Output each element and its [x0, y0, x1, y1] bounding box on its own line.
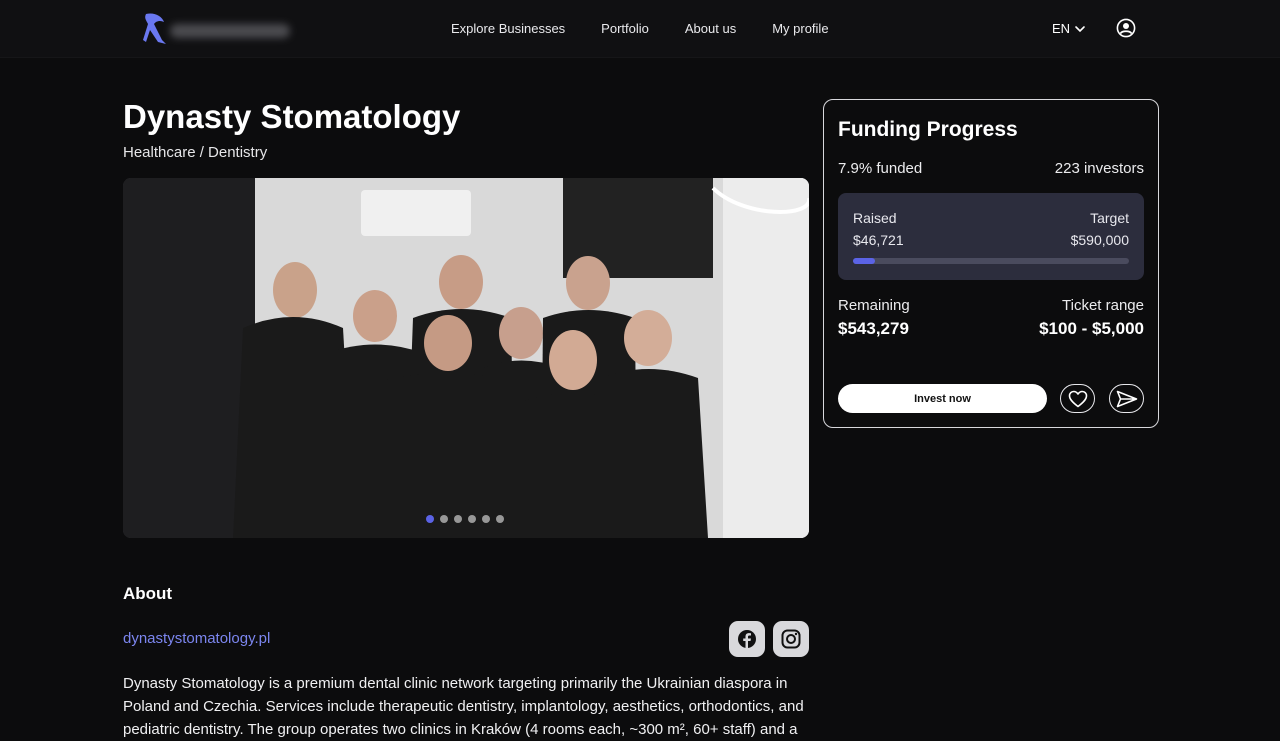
language-label: EN	[1052, 21, 1071, 36]
nav-portfolio[interactable]: Portfolio	[601, 20, 649, 37]
website-link[interactable]: dynastystomatology.pl	[123, 630, 270, 648]
facebook-button[interactable]	[729, 621, 765, 657]
gallery-dot[interactable]	[426, 515, 434, 523]
nav-about-us[interactable]: About us	[685, 20, 736, 37]
ticket-range-value: $100 - $5,000	[1039, 319, 1144, 338]
send-icon	[1116, 390, 1137, 407]
funded-percent: 7.9% funded	[838, 160, 923, 177]
share-button[interactable]	[1109, 384, 1144, 413]
raised-summary: Raised $46,721 Target $590,000	[838, 193, 1144, 280]
target-label: Target	[1090, 210, 1129, 226]
brand-logo[interactable]	[140, 10, 300, 48]
gallery-pagination	[426, 515, 504, 523]
business-title: Dynasty Stomatology	[123, 98, 461, 135]
raised-label: Raised	[853, 210, 897, 226]
ticket-range-label: Ticket range	[1062, 297, 1144, 314]
brand-name-blurred	[170, 24, 290, 38]
target-value: $590,000	[1070, 232, 1129, 248]
gallery-dot[interactable]	[482, 515, 490, 523]
gallery-dot[interactable]	[440, 515, 448, 523]
nav-explore-businesses[interactable]: Explore Businesses	[451, 20, 565, 37]
kangaroo-logo-icon	[143, 13, 166, 45]
remaining-value: $543,279	[838, 319, 909, 338]
user-circle-icon[interactable]	[1116, 18, 1136, 38]
team-photo	[123, 178, 809, 538]
favorite-button[interactable]	[1060, 384, 1095, 413]
instagram-button[interactable]	[773, 621, 809, 657]
progress-fill	[853, 258, 875, 264]
nav-my-profile[interactable]: My profile	[772, 20, 828, 37]
remaining-label: Remaining	[838, 297, 910, 314]
progress-track	[853, 258, 1129, 264]
heart-icon	[1068, 390, 1087, 407]
language-selector[interactable]: EN	[1052, 20, 1086, 37]
chevron-down-icon	[1075, 25, 1085, 32]
about-description: Dynasty Stomatology is a premium dental …	[123, 675, 804, 738]
business-category: Healthcare / Dentistry	[123, 144, 268, 161]
instagram-icon	[781, 629, 801, 649]
gallery-dot[interactable]	[496, 515, 504, 523]
facebook-icon	[738, 630, 756, 649]
raised-value: $46,721	[853, 232, 904, 248]
photo-gallery[interactable]	[123, 178, 809, 538]
about-heading: About	[123, 584, 173, 603]
top-navigation-bar: Explore Businesses Portfolio About us My…	[0, 0, 1280, 58]
investor-count: 223 investors	[1054, 160, 1144, 177]
funding-card: Funding Progress 7.9% funded 223 investo…	[823, 99, 1159, 428]
invest-now-button[interactable]: Invest now	[838, 384, 1047, 413]
gallery-dot[interactable]	[468, 515, 476, 523]
funding-title: Funding Progress	[838, 118, 1018, 141]
main-nav: Explore Businesses Portfolio About us My…	[451, 20, 829, 37]
gallery-dot[interactable]	[454, 515, 462, 523]
